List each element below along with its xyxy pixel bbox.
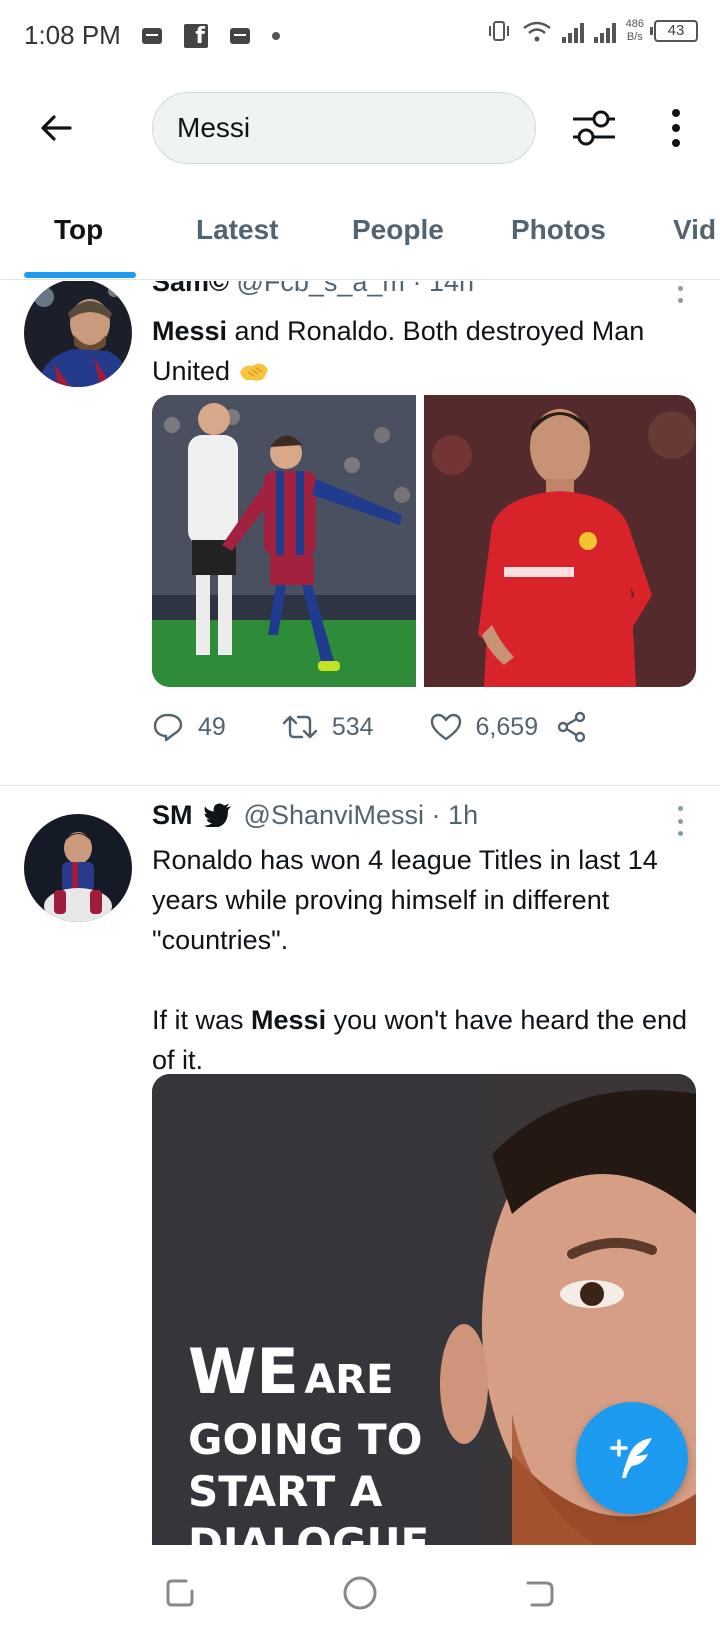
tweet-header: Sam© @Fcb_s_a_m · 14h — [152, 281, 474, 298]
avatar-image — [24, 814, 132, 922]
search-header — [0, 72, 720, 180]
back-button[interactable] — [28, 100, 84, 156]
system-nav-bar — [0, 1545, 720, 1640]
tweet-more-button[interactable] — [670, 281, 690, 303]
search-tabs: Top Latest People Photos Vid — [0, 196, 720, 280]
retweet-button[interactable]: 534 — [282, 713, 374, 742]
share-button[interactable] — [556, 711, 588, 743]
tweet-media-images — [152, 395, 696, 687]
handshake-emoji-icon — [239, 363, 268, 381]
home-button[interactable] — [340, 1573, 380, 1613]
retweet-count: 534 — [331, 712, 374, 741]
tab-top[interactable]: Top — [54, 214, 103, 246]
tab-latest[interactable]: Latest — [196, 214, 278, 246]
avatar[interactable] — [24, 281, 132, 387]
media-text-line: ARE — [304, 1357, 394, 1403]
tweet-text-part: If it was — [152, 1005, 252, 1035]
media-text-line: START A — [188, 1467, 383, 1516]
arrow-left-icon — [41, 115, 72, 141]
battery-icon: 43 — [650, 20, 698, 42]
recent-apps-icon — [166, 1579, 194, 1607]
tweet-actions: 49 534 6,659 — [152, 711, 588, 743]
media-text-line: GOING TO — [188, 1415, 423, 1464]
net-speed-value: 486 — [625, 18, 644, 30]
dot-icon — [272, 32, 280, 40]
tweet-time: 14h — [428, 281, 475, 297]
back-nav-button[interactable] — [520, 1573, 560, 1613]
tab-videos[interactable]: Vid — [673, 214, 716, 246]
avatar[interactable] — [24, 814, 132, 922]
retweet-icon — [282, 715, 318, 739]
more-options-button[interactable] — [650, 100, 702, 156]
search-input[interactable] — [177, 112, 497, 144]
tab-photos[interactable]: Photos — [511, 214, 606, 246]
notification-icons: f — [142, 24, 280, 49]
media-text-line: DIALOGUE — [188, 1519, 430, 1545]
tweet-text-paragraph-1: Ronaldo has won 4 league Titles in last … — [152, 845, 658, 955]
tweet-text-paragraph-2: If it was Messi you won't have heard the… — [152, 1000, 704, 1080]
tweet-more-button[interactable] — [670, 806, 690, 836]
tweet[interactable]: Sam© @Fcb_s_a_m · 14h Messi and Ronaldo.… — [0, 281, 720, 773]
tweet-text: Messi and Ronaldo. Both destroyed Man Un… — [152, 311, 702, 391]
tweet-text-highlight: Messi — [152, 316, 228, 346]
avatar-image — [24, 281, 132, 387]
active-tab-indicator — [24, 272, 136, 278]
tab-people[interactable]: People — [352, 214, 444, 246]
tweet-author-name[interactable]: SM — [152, 800, 193, 830]
system-icons: 486 B/s 43 — [486, 18, 698, 44]
search-box[interactable] — [152, 92, 536, 164]
share-icon — [557, 711, 586, 743]
tweet-text: Ronaldo has won 4 league Titles in last … — [152, 840, 704, 1080]
wifi-icon — [522, 21, 551, 42]
compose-tweet-button[interactable] — [576, 1402, 688, 1514]
like-button[interactable]: 6,659 — [430, 712, 539, 742]
reply-count: 49 — [198, 712, 226, 741]
like-count: 6,659 — [475, 712, 539, 741]
twitter-bird-icon — [204, 803, 232, 828]
search-filter-button[interactable] — [566, 100, 622, 156]
media-text-line: WE — [188, 1335, 299, 1408]
tweet-time: 1h — [448, 800, 479, 830]
net-speed-unit: B/s — [626, 31, 643, 43]
tweet-header: SM @ShanviMessi · 1h — [152, 800, 478, 831]
net-speed: 486 B/s — [626, 18, 644, 44]
tweet-media[interactable] — [152, 395, 696, 687]
signal-icon — [561, 19, 584, 43]
signal-icon-2 — [593, 19, 616, 43]
media-overlay-text: WE ARE GOING TO START A DIALOGUE — [188, 1341, 430, 1546]
recent-apps-button[interactable] — [160, 1573, 200, 1613]
vibrate-icon — [488, 21, 509, 41]
search-results-feed[interactable]: Sam© @Fcb_s_a_m · 14h Messi and Ronaldo.… — [0, 281, 720, 1545]
facebook-icon: f — [184, 24, 208, 49]
home-circle-icon — [343, 1576, 377, 1610]
message-icon — [230, 28, 250, 44]
more-vertical-icon — [672, 109, 680, 147]
status-bar: 1:08 PM f 486 B/s 43 — [0, 0, 720, 72]
compose-feather-icon — [610, 1438, 652, 1478]
heart-icon — [430, 713, 461, 741]
status-time: 1:08 PM — [24, 20, 121, 50]
tweet-author-handle[interactable]: @ShanviMessi — [244, 800, 424, 830]
tweet-separator: · — [412, 281, 422, 297]
reply-button[interactable]: 49 — [152, 712, 226, 742]
reply-icon — [153, 713, 183, 742]
tweet-author-name[interactable]: Sam© — [152, 281, 229, 297]
sliders-icon — [573, 110, 615, 146]
tweet-author-handle[interactable]: @Fcb_s_a_m — [236, 281, 404, 297]
tweet-separator: · — [431, 800, 441, 830]
message-icon — [142, 28, 162, 44]
tweet-text-highlight: Messi — [251, 1005, 327, 1035]
back-nav-icon — [526, 1581, 554, 1607]
